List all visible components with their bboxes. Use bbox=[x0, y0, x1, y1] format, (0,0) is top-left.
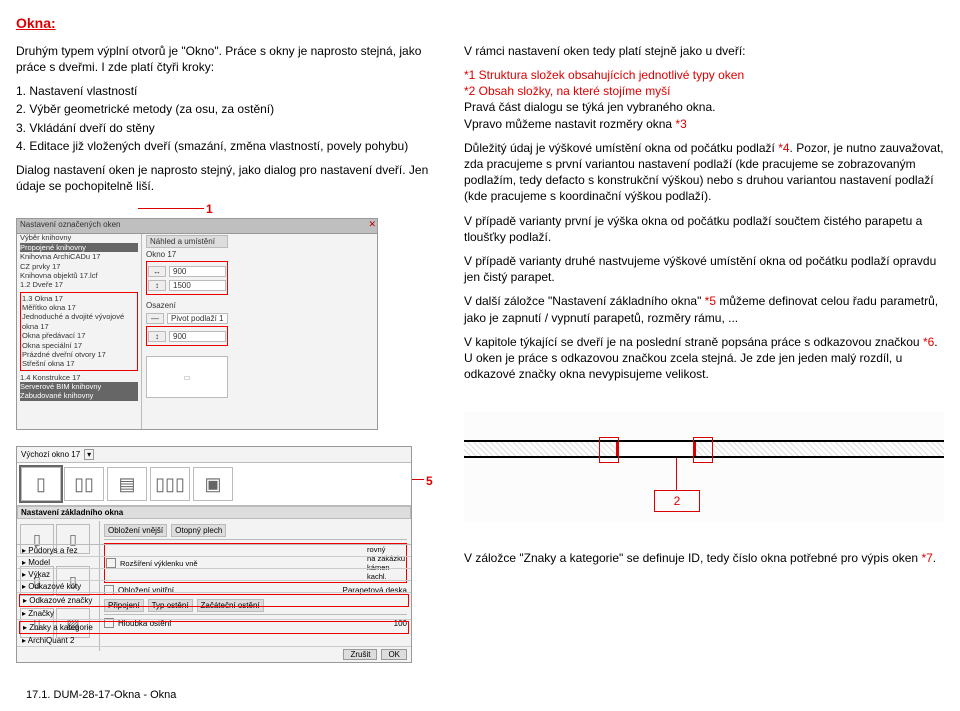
sill-height-field[interactable]: 900 bbox=[169, 331, 226, 342]
paragraph-r6: V kapitole týkající se dveří je na posle… bbox=[464, 334, 944, 383]
page-footer: 17.1. DUM-28-17-Okna - Okna bbox=[26, 689, 944, 701]
intro-paragraph: Druhým typem výplní otvorů je "Okno". Pr… bbox=[16, 43, 446, 75]
window-settings-dialog: Nastavení označených oken ✕ Výběr knihov… bbox=[16, 218, 378, 430]
basic-window-settings-dialog: Výchozí okno 17 ▾ ▯ ▯▯ ▤ ▯▯▯ ▣ Nastavení… bbox=[16, 446, 412, 663]
step-4: 4. Editace již vložených dveří (smazání,… bbox=[16, 138, 446, 154]
close-icon[interactable]: ✕ bbox=[368, 219, 376, 230]
paragraph-r5: V další záložce "Nastavení základního ok… bbox=[464, 293, 944, 325]
panel-tab[interactable]: Náhled a umístění bbox=[146, 235, 228, 248]
section-title: Okna: bbox=[16, 14, 944, 33]
paragraph-r7: V záložce "Znaky a kategorie" se definuj… bbox=[464, 550, 944, 566]
library-tree[interactable]: Výběr knihovny Propojené knihovny Knihov… bbox=[17, 231, 142, 429]
step-3: 3. Vkládání dveří do stěny bbox=[16, 120, 446, 136]
callout-2-section: 2 bbox=[654, 490, 700, 512]
note-4: Vpravo můžeme nastavit rozměry okna *3 bbox=[464, 116, 944, 132]
dropdown[interactable]: Výchozí okno 17 bbox=[21, 450, 80, 459]
paragraph-2: Dialog nastavení oken je naprosto stejný… bbox=[16, 162, 446, 194]
dialog2-figure: 5 5 2 6 7 Výchozí okno 17 ▾ ▯ ▯▯ bbox=[16, 446, 446, 671]
marker-row[interactable]: ▸ Odkazové značky bbox=[19, 594, 409, 607]
height-field[interactable]: 1500 bbox=[169, 280, 226, 291]
paragraph-r4: V případě varianty druhé nastvujeme výšk… bbox=[464, 253, 944, 285]
tags-categories-row[interactable]: ▸ Znaky a kategorie bbox=[19, 621, 409, 634]
wall-section-figure: 2 bbox=[464, 412, 944, 542]
window-type-thumbnails[interactable]: ▯ ▯▯ ▤ ▯▯▯ ▣ bbox=[17, 463, 411, 506]
paragraph-r3: V případě varianty první je výška okna o… bbox=[464, 213, 944, 245]
width-field[interactable]: 900 bbox=[169, 266, 226, 277]
note-1: *1 Struktura složek obsahujících jednotl… bbox=[464, 67, 944, 83]
tab-outer-lining[interactable]: Obložení vnější bbox=[104, 524, 167, 537]
ok-button[interactable]: OK bbox=[381, 649, 407, 660]
two-column-layout: Druhým typem výplní otvorů je "Okno". Pr… bbox=[16, 43, 944, 672]
note-2: *2 Obsah složky, na které stojíme myší bbox=[464, 83, 944, 99]
tab-heating-sheet[interactable]: Otopný plech bbox=[171, 524, 226, 537]
step-2: 2. Výběr geometrické metody (za osu, za … bbox=[16, 101, 446, 117]
callout-1: 1 bbox=[206, 202, 213, 216]
note-3: Pravá část dialogu se týká jen vybraného… bbox=[464, 99, 944, 115]
callout-5a: 5 bbox=[426, 474, 433, 488]
paragraph-r2: Důležitý údaj je výškové umístění okna o… bbox=[464, 140, 944, 205]
chevron-down-icon[interactable]: ▾ bbox=[84, 449, 94, 460]
right-intro: V rámci nastavení oken tedy platí stejně… bbox=[464, 43, 944, 59]
settings-panel-title[interactable]: Nastavení základního okna bbox=[17, 506, 411, 519]
cancel-button[interactable]: Zrušit bbox=[343, 649, 377, 660]
window-opening-icon bbox=[616, 442, 696, 456]
dialog-title: Nastavení označených oken bbox=[20, 220, 121, 229]
step-1: 1. Nastavení vlastností bbox=[16, 83, 446, 99]
dialog1-figure: 1 3 4 Nastavení označených oken ✕ Výběr … bbox=[16, 202, 446, 442]
